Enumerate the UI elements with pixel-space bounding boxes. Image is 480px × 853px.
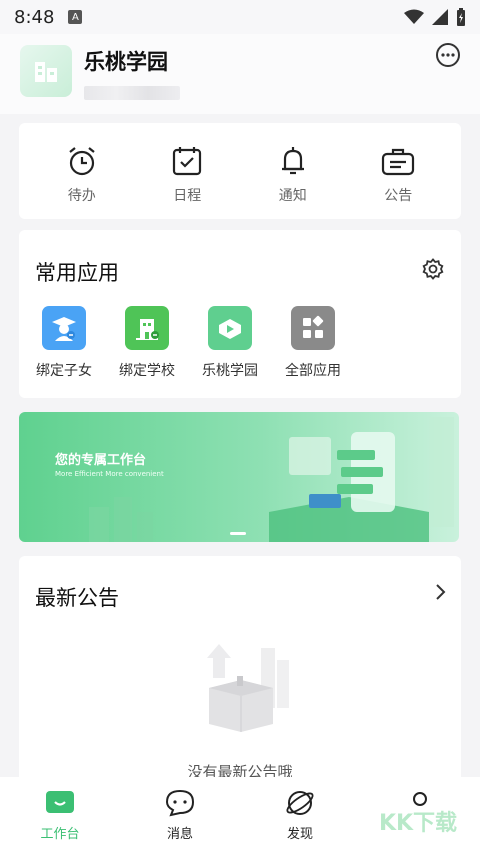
status-bar: 8:48 A xyxy=(0,0,480,34)
tab-workbench[interactable]: 工作台 xyxy=(0,777,120,853)
building-icon xyxy=(35,62,57,82)
common-apps-card: 常用应用 绑定子女 绑定学校 乐桃学园 全部应用 xyxy=(19,230,461,398)
workbench-icon xyxy=(46,791,74,813)
app-label: 绑定子女 xyxy=(36,363,92,379)
nav-label: 工作台 xyxy=(40,827,80,842)
app-letao[interactable]: 乐桃学园 xyxy=(199,306,261,380)
school-logo[interactable] xyxy=(20,45,72,97)
section-title: 常用应用 xyxy=(35,261,119,285)
watermark-logo: KK下载 xyxy=(378,811,458,836)
empty-box-icon xyxy=(207,644,289,732)
quick-item-schedule[interactable]: 日程 xyxy=(147,123,227,219)
battery-icon xyxy=(457,8,465,26)
banner-title: 您的专属工作台 xyxy=(55,453,147,468)
app-label: 全部应用 xyxy=(285,363,341,379)
alarm-clock-icon xyxy=(69,147,95,176)
banner-subtitle: More Efficient More convenient xyxy=(55,470,164,478)
section-title: 最新公告 xyxy=(35,586,119,610)
briefcase-icon xyxy=(382,148,415,176)
more-options-icon[interactable] xyxy=(435,42,461,68)
carousel-indicator xyxy=(230,532,246,535)
quick-item-notification[interactable]: 通知 xyxy=(253,123,333,219)
signal-icon xyxy=(432,9,448,25)
app-label: 绑定学校 xyxy=(119,363,175,379)
bell-icon xyxy=(281,147,304,175)
app-label: 乐桃学园 xyxy=(202,363,258,379)
tab-messages[interactable]: 消息 xyxy=(120,777,240,853)
quick-actions-card: 待办 日程 通知 公告 xyxy=(19,123,461,219)
app-all[interactable]: 全部应用 xyxy=(282,306,344,380)
grid-icon xyxy=(291,306,335,350)
latest-notices-card: 最新公告 没有最新公告哦 xyxy=(19,556,461,796)
nav-label: 发现 xyxy=(286,827,313,842)
school-icon xyxy=(125,306,169,350)
quick-label: 待办 xyxy=(67,188,96,204)
status-time: 8:48 xyxy=(14,6,55,28)
play-book-icon xyxy=(208,306,252,350)
tab-discover[interactable]: 发现 xyxy=(240,777,360,853)
quick-item-announcement[interactable]: 公告 xyxy=(358,123,438,219)
chat-icon xyxy=(165,789,195,817)
quick-label: 公告 xyxy=(384,188,413,204)
quick-label: 日程 xyxy=(173,188,202,204)
app-bind-school[interactable]: 绑定学校 xyxy=(116,306,178,380)
status-icons xyxy=(404,8,466,26)
quick-label: 通知 xyxy=(278,188,307,204)
planet-icon xyxy=(286,791,314,815)
chevron-right-icon[interactable] xyxy=(433,583,447,601)
calendar-check-icon xyxy=(173,147,202,176)
student-icon xyxy=(42,306,86,350)
school-name: 乐桃学园 xyxy=(84,50,168,74)
gear-icon[interactable] xyxy=(421,257,445,281)
app-bind-child[interactable]: 绑定子女 xyxy=(33,306,95,380)
nav-label: 消息 xyxy=(166,827,193,842)
blurred-subtitle xyxy=(84,86,180,100)
quick-item-todo[interactable]: 待办 xyxy=(42,123,122,219)
workbench-banner[interactable]: 您的专属工作台 More Efficient More convenient xyxy=(19,412,459,542)
notification-a-icon: A xyxy=(68,10,83,24)
apps-row: 绑定子女 绑定学校 乐桃学园 全部应用 xyxy=(33,306,344,380)
school-header: 乐桃学园 xyxy=(0,34,480,114)
wifi-icon xyxy=(404,9,424,24)
